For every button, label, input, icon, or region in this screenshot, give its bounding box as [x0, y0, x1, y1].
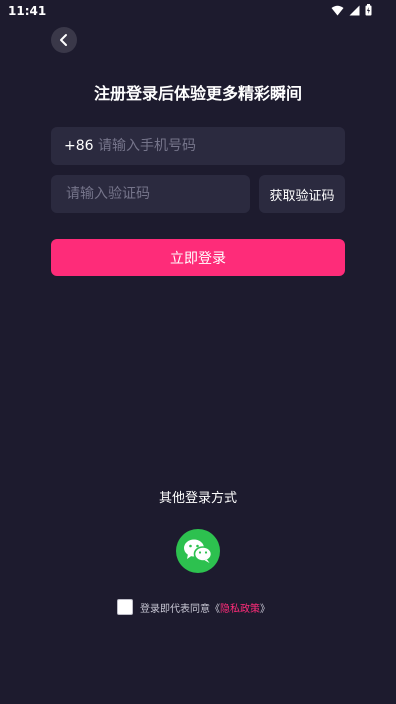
- code-input-row: [51, 175, 250, 213]
- agreement-checkbox[interactable]: [117, 599, 133, 615]
- get-code-button[interactable]: 获取验证码: [259, 175, 345, 213]
- agreement-close-quote: 》: [260, 603, 270, 615]
- status-icons: [331, 4, 372, 16]
- chevron-left-icon: [60, 34, 67, 46]
- signal-icon: [349, 5, 360, 15]
- wechat-login-button[interactable]: [176, 529, 220, 573]
- wifi-icon: [331, 5, 344, 15]
- privacy-policy-link[interactable]: 隐私政策: [220, 600, 260, 615]
- battery-icon: [365, 4, 372, 16]
- agreement-row: 登录即代表同意《隐私政策》: [117, 598, 270, 616]
- country-code[interactable]: +86: [64, 138, 94, 154]
- page-title: 注册登录后体验更多精彩瞬间: [93, 84, 302, 103]
- other-login-label: 其他登录方式: [158, 491, 237, 506]
- back-button[interactable]: [51, 27, 77, 53]
- agreement-text: 登录即代表同意: [140, 603, 210, 615]
- verification-code-input[interactable]: [64, 185, 248, 203]
- status-bar: 11:41: [0, 0, 396, 22]
- phone-input-row: +86: [51, 127, 345, 165]
- agreement-open-quote: 《: [210, 603, 220, 615]
- wechat-icon: [184, 539, 213, 563]
- status-time: 11:41: [8, 4, 47, 18]
- phone-input[interactable]: [96, 137, 330, 155]
- login-button[interactable]: 立即登录: [51, 239, 345, 276]
